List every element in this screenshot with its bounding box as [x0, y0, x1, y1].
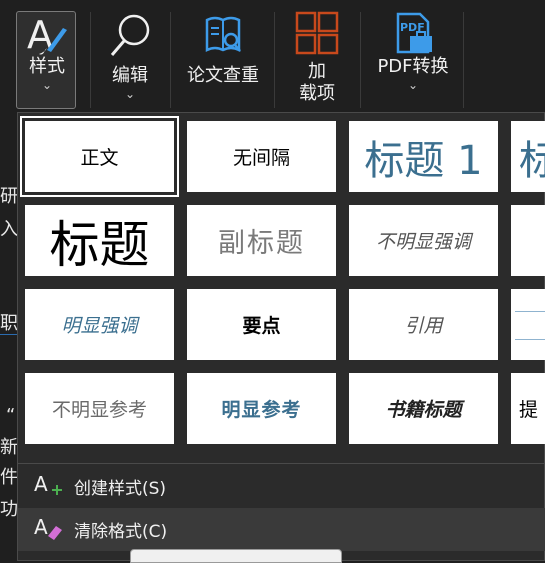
ribbon-separator	[90, 12, 91, 108]
document-text-fragment: 功	[0, 499, 18, 520]
style-tile-title[interactable]: 标题	[25, 205, 174, 276]
ribbon-separator	[360, 12, 361, 108]
style-tile-heading-2[interactable]: 标	[511, 121, 545, 192]
styles-group[interactable]: A 样式 ⌄	[18, 10, 76, 110]
svg-text:A: A	[34, 515, 48, 539]
ribbon-separator	[170, 12, 171, 108]
style-tile-book-title[interactable]: 书籍标题	[349, 373, 498, 444]
paper-check-label: 论文查重	[187, 65, 259, 86]
document-text-fragment: 件	[0, 467, 18, 488]
style-tile-intense-reference[interactable]: 明显参考	[187, 373, 336, 444]
ribbon-separator	[463, 12, 464, 108]
pdf-convert-icon: PDF	[390, 10, 436, 56]
document-text-fragment: 新	[0, 437, 18, 458]
document-text-fragment: 职	[0, 313, 18, 335]
pdf-convert-label: PDF转换	[377, 56, 449, 77]
chevron-down-icon: ⌄	[41, 78, 53, 92]
style-tile-intense-quote[interactable]	[511, 289, 545, 360]
paper-check-icon	[201, 10, 245, 65]
pdf-icon-text: PDF	[400, 21, 425, 34]
svg-text:A: A	[34, 472, 48, 496]
style-tile-label: 不明显参考	[51, 399, 147, 421]
style-tile-label: 明显强调	[61, 315, 138, 337]
pdf-convert-group[interactable]: PDF PDF转换 ⌄	[368, 10, 458, 110]
ribbon-separator	[274, 12, 275, 108]
clear-formatting-label: 清除格式(C)	[74, 522, 168, 542]
style-tile-heading-1[interactable]: 标题 1	[349, 121, 498, 192]
style-tile-strong[interactable]: 要点	[187, 289, 336, 360]
paper-check-group[interactable]: 论文查重	[180, 10, 266, 110]
style-tile-normal[interactable]: 正文	[20, 116, 179, 197]
edit-label: 编辑	[112, 65, 148, 86]
create-style-menu-item[interactable]: A 创建样式(S)	[18, 465, 545, 508]
addins-group[interactable]: 加 载项	[286, 10, 348, 110]
style-tile-label: 副标题	[218, 228, 305, 259]
style-tile-partial[interactable]	[511, 205, 545, 276]
style-tile-label: 要点	[242, 315, 281, 337]
document-text-fragment: 研	[0, 186, 18, 207]
styles-brush-icon: A	[25, 10, 69, 57]
style-tile-label: 无间隔	[232, 147, 290, 169]
style-tile-label: 明显参考	[221, 399, 302, 421]
style-tile-label: 引用	[404, 315, 443, 337]
style-tile-label: 不明显强调	[375, 231, 471, 253]
style-tile-label: 标题	[49, 215, 150, 274]
chevron-down-icon: ⌄	[407, 78, 419, 92]
document-text-fragment: 入	[0, 219, 18, 240]
clear-formatting-menu-item[interactable]: A 清除格式(C)	[18, 508, 545, 551]
style-tile-no-spacing[interactable]: 无间隔	[187, 121, 336, 192]
style-tile-subtitle[interactable]: 副标题	[187, 205, 336, 276]
create-style-icon: A	[34, 471, 64, 502]
menu-divider	[18, 463, 545, 464]
style-tile-label: 书籍标题	[385, 399, 462, 421]
addins-label-line1: 加	[308, 61, 326, 82]
edit-group[interactable]: 编辑 ⌄	[100, 10, 160, 110]
style-tile-quote[interactable]: 引用	[349, 289, 498, 360]
ribbon: A 样式 ⌄ 编辑 ⌄ 论文查重 加 载项 PDF PDF转换 ⌄	[0, 0, 545, 113]
magnifier-icon	[106, 10, 154, 65]
addins-grid-icon	[294, 10, 340, 61]
create-style-label: 创建样式(S)	[74, 479, 167, 499]
style-tile-subtle-reference[interactable]: 不明显参考	[25, 373, 174, 444]
clear-formatting-icon: A	[34, 514, 64, 545]
style-tile-subtle-emphasis[interactable]: 不明显强调	[349, 205, 498, 276]
intense-quote-rule-bottom	[515, 339, 545, 340]
style-tile-list-paragraph[interactable]: 提	[511, 373, 545, 444]
styles-label: 样式	[29, 56, 65, 77]
addins-label-line2: 载项	[299, 83, 335, 104]
style-tile-intense-emphasis[interactable]: 明显强调	[25, 289, 174, 360]
intense-quote-rule-top	[515, 311, 545, 312]
chevron-down-icon: ⌄	[124, 87, 136, 101]
style-tile-label: 提	[519, 399, 539, 421]
style-tile-label: 标	[519, 137, 545, 184]
style-tile-label: 正文	[80, 147, 119, 169]
style-tile-label: 标题 1	[364, 137, 483, 184]
